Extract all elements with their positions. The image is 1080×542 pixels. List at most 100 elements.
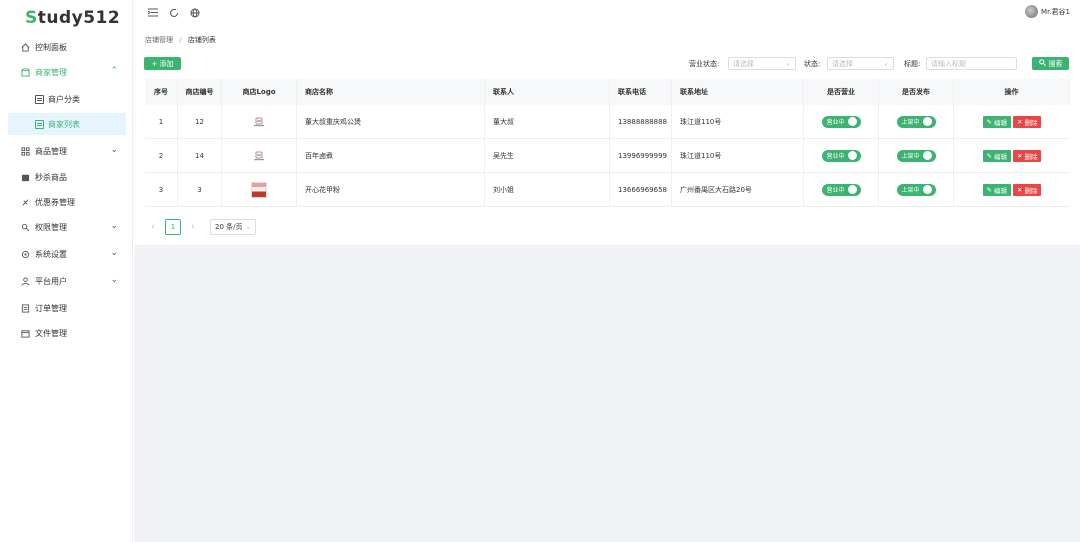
- edit-button[interactable]: ✎ 编辑: [982, 115, 1011, 128]
- file-icon: [20, 328, 30, 338]
- status-select[interactable]: 请选择 ⌄: [827, 57, 894, 70]
- delete-button[interactable]: ✕ 删除: [1013, 115, 1042, 128]
- user-menu[interactable]: Mr.君谷1: [1025, 5, 1070, 18]
- globe-icon[interactable]: [189, 7, 201, 19]
- sidebar-item-files[interactable]: 文件管理: [0, 322, 133, 344]
- business-status-select[interactable]: 请选择 ⌄: [728, 57, 796, 70]
- toggle-label: 营业中: [826, 119, 845, 126]
- toggle-knob: [922, 185, 932, 194]
- contact-phone: 13666969658: [610, 173, 672, 206]
- publish-toggle[interactable]: 上架中: [896, 115, 936, 128]
- edit-icon: ✎: [986, 151, 992, 160]
- delete-button[interactable]: ✕ 删除: [1013, 183, 1042, 196]
- breadcrumb-parent[interactable]: 店铺管理: [145, 36, 173, 44]
- shop-name: 开心花甲粉: [297, 173, 485, 206]
- actions-cell: ✎ 编辑 ✕ 删除: [954, 139, 1070, 172]
- edit-icon: ✎: [986, 185, 992, 194]
- chevron-down-icon: ⌄: [883, 59, 889, 67]
- search-button[interactable]: 搜索: [1032, 57, 1069, 70]
- flash-icon: [20, 172, 30, 182]
- page-number[interactable]: 1: [165, 219, 181, 235]
- delete-label: 删除: [1024, 186, 1038, 195]
- status-placeholder: 请选择: [832, 59, 853, 68]
- chevron-down-icon: ⌄: [110, 221, 118, 231]
- home-icon: [20, 42, 30, 52]
- sidebar-item-merchant-category[interactable]: 商户分类: [8, 88, 126, 110]
- open-toggle[interactable]: 营业中: [821, 115, 861, 128]
- sidebar-item-label: 订单管理: [35, 303, 67, 313]
- list-icon: [35, 94, 44, 104]
- close-icon: ✕: [1017, 151, 1023, 160]
- delete-button[interactable]: ✕ 删除: [1013, 149, 1042, 162]
- chevron-down-icon: ⌄: [785, 59, 791, 67]
- page-size-select[interactable]: 20 条/页 ⌄: [210, 219, 257, 235]
- edit-button[interactable]: ✎ 编辑: [982, 183, 1011, 196]
- open-toggle[interactable]: 营业中: [821, 183, 861, 196]
- sidebar-item-flash-sale[interactable]: 秒杀商品: [0, 166, 133, 188]
- robot-logo-icon: [254, 117, 264, 126]
- title-placeholder: 请输入标题: [931, 59, 966, 68]
- list-icon: [35, 119, 44, 129]
- chevron-down-icon: ⌄: [245, 223, 252, 231]
- shop-number: 12: [178, 105, 222, 138]
- toggle-label: 上架中: [901, 187, 920, 194]
- page-size-label: 20 条/页: [215, 223, 243, 231]
- table-row: 2 14 百年卤煮 吴先生 13996999999 珠江道110号 营业中 上架…: [145, 139, 1070, 173]
- sidebar-item-label: 优惠券管理: [35, 197, 75, 207]
- sidebar-item-merchant[interactable]: 商家管理 ⌃: [0, 61, 133, 83]
- sidebar-item-label: 权限管理: [35, 222, 67, 232]
- open-cell: 营业中: [804, 173, 879, 206]
- add-button[interactable]: + 添加: [144, 57, 181, 70]
- contact-person: 吴先生: [485, 139, 610, 172]
- sidebar-item-platform-users[interactable]: 平台用户 ⌄: [0, 270, 133, 292]
- contact-phone: 13888888888: [610, 105, 672, 138]
- sidebar-item-label: 商户分类: [48, 94, 80, 104]
- column-header: 是否营业: [804, 79, 879, 105]
- toggle-knob: [922, 151, 932, 160]
- robot-logo-icon: [254, 151, 264, 160]
- chevron-right-icon[interactable]: ›: [186, 222, 200, 232]
- toggle-label: 上架中: [901, 119, 920, 126]
- column-header: 商店Logo: [222, 79, 297, 105]
- sidebar-item-merchant-list[interactable]: 商家列表: [8, 113, 126, 135]
- column-header: 商店编号: [178, 79, 222, 105]
- chevron-down-icon: ⌄: [110, 275, 118, 285]
- sidebar-item-orders[interactable]: 订单管理: [0, 297, 133, 319]
- refresh-icon[interactable]: [168, 7, 180, 19]
- actions-cell: ✎ 编辑 ✕ 删除: [954, 105, 1070, 138]
- search-button-label: 搜索: [1048, 59, 1063, 68]
- sidebar: Study512 控制面板 商家管理 ⌃ 商户分类 商家列表 商品管理 ⌄ 秒杀…: [0, 0, 133, 542]
- sidebar-item-permissions[interactable]: 权限管理 ⌄: [0, 216, 133, 238]
- publish-toggle[interactable]: 上架中: [896, 183, 936, 196]
- sidebar-item-settings[interactable]: 系统设置 ⌄: [0, 243, 133, 265]
- sidebar-item-coupons[interactable]: 优惠券管理: [0, 191, 133, 213]
- table-row: 3 3 开心花甲粉 刘小姐 13666969658 广州番禺区大石路20号 营业…: [145, 173, 1070, 207]
- avatar: [1025, 5, 1039, 18]
- open-toggle[interactable]: 营业中: [821, 149, 861, 162]
- title-input[interactable]: 请输入标题: [926, 57, 1017, 70]
- column-header: 序号: [145, 79, 178, 105]
- sidebar-item-products[interactable]: 商品管理 ⌄: [0, 140, 133, 162]
- edit-label: 编辑: [994, 152, 1007, 161]
- toggle-label: 营业中: [826, 187, 845, 194]
- top-header: Mr.君谷1: [134, 0, 1080, 25]
- sidebar-item-dashboard[interactable]: 控制面板: [0, 36, 133, 58]
- chevron-left-icon[interactable]: ‹: [146, 222, 160, 232]
- shop-name: 董大叔重庆鸡公煲: [297, 105, 485, 138]
- toggle-knob: [847, 185, 857, 194]
- delete-label: 删除: [1024, 152, 1038, 161]
- shop-icon: [20, 67, 30, 77]
- contact-phone: 13996999999: [610, 139, 672, 172]
- sidebar-item-label: 控制面板: [35, 42, 67, 52]
- chevron-down-icon: ⌄: [110, 248, 118, 258]
- table-header: 序号 商店编号 商店Logo 商店名称 联系人 联系电话 联系地址 是否营业 是…: [145, 79, 1070, 105]
- menu-toggle-icon[interactable]: [147, 7, 159, 19]
- chevron-up-icon: ⌃: [110, 66, 118, 76]
- edit-button[interactable]: ✎ 编辑: [982, 149, 1011, 162]
- order-icon: [20, 303, 30, 313]
- sidebar-item-label: 平台用户: [35, 276, 67, 286]
- contact-person: 刘小姐: [485, 173, 610, 206]
- toggle-knob: [922, 117, 932, 126]
- sidebar-item-label: 商家管理: [35, 67, 67, 77]
- publish-toggle[interactable]: 上架中: [896, 149, 936, 162]
